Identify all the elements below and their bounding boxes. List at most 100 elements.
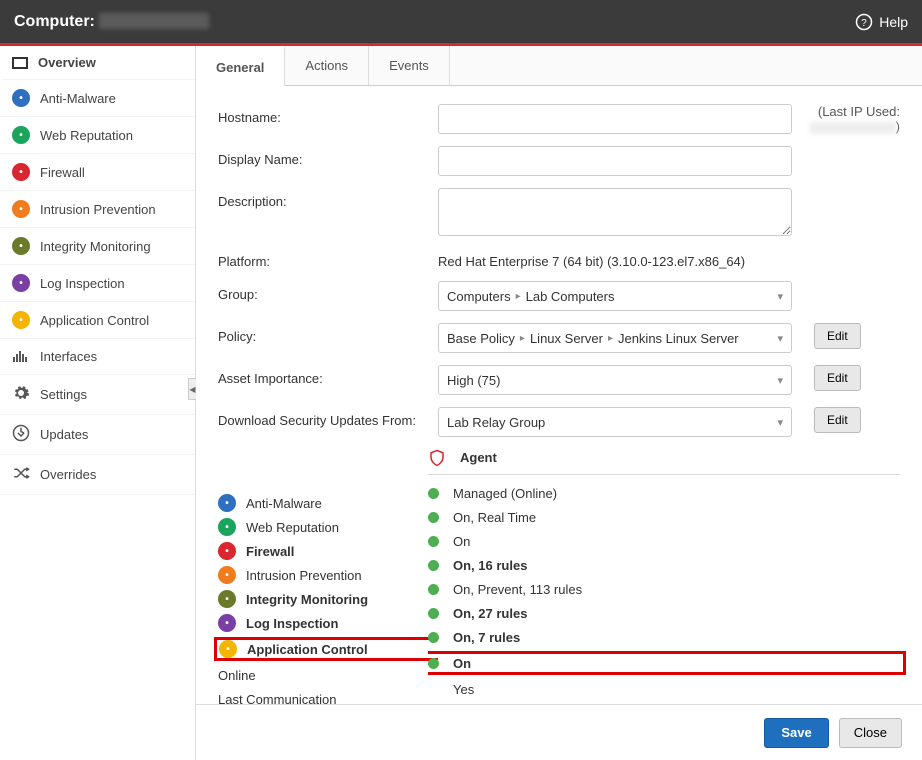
policy-select[interactable]: Base Policy▸Linux Server▸Jenkins Linux S… <box>438 323 792 353</box>
tab-general[interactable]: General <box>196 46 285 86</box>
module-status: On, 27 rules <box>453 606 527 621</box>
module-name-row-firewall: • Firewall <box>218 539 428 563</box>
module-status-row-log-inspection: On, 7 rules <box>428 625 900 649</box>
module-icon: • <box>218 542 236 560</box>
sidebar-item-overrides[interactable]: Overrides <box>0 455 195 495</box>
module-status-row-intrusion-prevention: On, Prevent, 113 rules <box>428 577 900 601</box>
agent-managed-row: Managed (Online) <box>428 481 900 505</box>
overview-icon <box>12 57 28 69</box>
hostname-label: Hostname: <box>218 104 428 125</box>
module-name: Intrusion Prevention <box>246 568 362 583</box>
save-button[interactable]: Save <box>764 718 828 748</box>
sidebar-item-settings[interactable]: Settings <box>0 375 195 415</box>
agent-managed-value: Managed (Online) <box>453 486 557 501</box>
help-link[interactable]: ? Help <box>855 13 908 31</box>
status-dot-icon <box>428 608 439 619</box>
status-dot-icon <box>428 632 439 643</box>
shuffle-icon <box>12 464 30 485</box>
sidebar-item-integrity-monitoring[interactable]: • Integrity Monitoring <box>0 228 195 265</box>
module-name: Application Control <box>247 642 368 657</box>
status-dot-icon <box>428 560 439 571</box>
breadcrumb-part: Computers <box>447 289 511 304</box>
window-title: Computer: <box>14 13 209 31</box>
displayname-label: Display Name: <box>218 146 428 167</box>
online-label-row: Online <box>218 663 428 687</box>
updates-icon <box>12 424 30 445</box>
module-name: Integrity Monitoring <box>246 592 368 607</box>
module-status-column: Agent Managed (Online) On, Real Time On On… <box>428 449 900 704</box>
sidebar-item-overview[interactable]: Overview <box>0 46 195 80</box>
online-row: Yes <box>428 677 900 701</box>
module-status-row-application-control: On <box>428 651 906 675</box>
description-label: Description: <box>218 188 428 209</box>
sidebar-item-interfaces[interactable]: Interfaces <box>0 339 195 375</box>
description-textarea[interactable] <box>438 188 792 236</box>
module-status-row-integrity-monitoring: On, 27 rules <box>428 601 900 625</box>
module-name: Firewall <box>246 544 294 559</box>
chevron-right-icon: ▸ <box>608 333 613 344</box>
module-icon: • <box>219 640 237 658</box>
module-name: Log Inspection <box>246 616 338 631</box>
module-name-row-log-inspection: •Log Inspection <box>218 611 428 635</box>
download-label: Download Security Updates From: <box>218 407 428 428</box>
breadcrumb-part: Jenkins Linux Server <box>618 331 739 346</box>
sidebar-item-log-inspection[interactable]: •Log Inspection <box>0 265 195 302</box>
module-status: On <box>453 534 470 549</box>
last-ip-used: (Last IP Used: ) <box>810 104 900 134</box>
wall-icon: • <box>12 163 30 181</box>
help-icon: ? <box>855 13 873 31</box>
close-button[interactable]: Close <box>839 718 902 748</box>
breadcrumb-part: Lab Computers <box>526 289 615 304</box>
main-panel: GeneralActionsEvents (Last IP Used: ) Ho… <box>196 46 922 760</box>
module-status: On <box>453 656 471 671</box>
hostname-input[interactable] <box>438 104 792 134</box>
sidebar-item-label: Integrity Monitoring <box>40 239 151 254</box>
download-edit-button[interactable]: Edit <box>814 407 861 433</box>
biohazard-icon: • <box>12 89 30 107</box>
help-label: Help <box>879 14 908 30</box>
sidebar-item-web-reputation[interactable]: •Web Reputation <box>0 117 195 154</box>
module-icon: • <box>218 518 236 536</box>
module-name-row-integrity-monitoring: • Integrity Monitoring <box>218 587 428 611</box>
status-dot-icon <box>428 584 439 595</box>
module-status: On, 7 rules <box>453 630 520 645</box>
module-status: On, Prevent, 113 rules <box>453 582 582 597</box>
sidebar-item-anti-malware[interactable]: • Anti-Malware <box>0 80 195 117</box>
sidebar-item-firewall[interactable]: • Firewall <box>0 154 195 191</box>
sidebar-item-label: Firewall <box>40 165 85 180</box>
displayname-input[interactable] <box>438 146 792 176</box>
group-select[interactable]: Computers▸Lab Computers <box>438 281 792 311</box>
module-icon: • <box>218 590 236 608</box>
sidebar-item-label: Anti-Malware <box>40 91 116 106</box>
shield-icon <box>428 449 446 467</box>
last-ip-value-redacted <box>810 122 896 134</box>
lastcomm-label: Last Communication <box>218 692 337 705</box>
header-bar: Computer: ? Help <box>0 0 922 43</box>
shield-slash-icon: • <box>12 200 30 218</box>
policy-edit-button[interactable]: Edit <box>814 323 861 349</box>
module-status: On, Real Time <box>453 510 536 525</box>
sidebar-item-label: Log Inspection <box>40 276 125 291</box>
svg-text:?: ? <box>861 17 867 28</box>
sidebar: Overview • Anti-Malware •Web Reputation • Fir… <box>0 46 196 760</box>
download-select[interactable]: Lab Relay Group <box>438 407 792 437</box>
chevron-right-icon: ▸ <box>520 333 525 344</box>
module-name-row-intrusion-prevention: •Intrusion Prevention <box>218 563 428 587</box>
platform-value: Red Hat Enterprise 7 (64 bit) (3.10.0-12… <box>438 248 745 269</box>
eye-icon: • <box>12 237 30 255</box>
module-icon: • <box>218 494 236 512</box>
sidebar-item-intrusion-prevention[interactable]: •Intrusion Prevention <box>0 191 195 228</box>
sidebar-item-label: Application Control <box>40 313 149 328</box>
asset-edit-button[interactable]: Edit <box>814 365 861 391</box>
breadcrumb-part: Base Policy <box>447 331 515 346</box>
agent-header: Agent <box>428 449 900 475</box>
sidebar-item-application-control[interactable]: •Application Control <box>0 302 195 339</box>
tab-events[interactable]: Events <box>369 46 450 85</box>
asset-select[interactable]: High (75) <box>438 365 792 395</box>
sidebar-item-updates[interactable]: Updates <box>0 415 195 455</box>
sidebar-collapse-handle[interactable]: ◀ <box>188 378 196 400</box>
status-dot-icon <box>428 658 439 669</box>
sidebar-item-label: Updates <box>40 427 88 442</box>
tab-actions[interactable]: Actions <box>285 46 369 85</box>
sidebar-item-label: Interfaces <box>40 349 97 364</box>
